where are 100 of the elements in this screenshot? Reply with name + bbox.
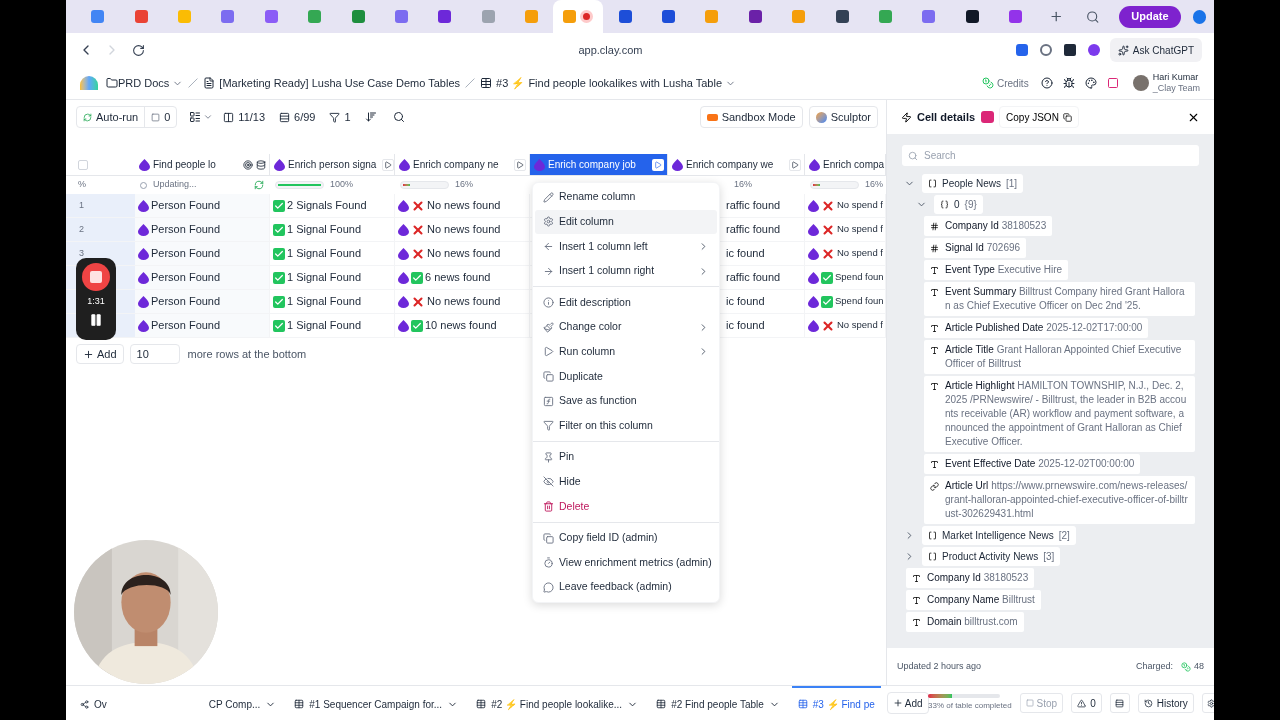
menu-item[interactable]: Hide bbox=[535, 469, 717, 495]
table-cell-text: Person Found bbox=[151, 222, 221, 238]
target-icon[interactable] bbox=[243, 159, 253, 170]
progress-reading: 100% bbox=[330, 178, 354, 192]
menu-item[interactable]: Pin bbox=[535, 444, 717, 470]
coins-icon bbox=[981, 77, 994, 89]
panel-toggle-button[interactable] bbox=[1109, 693, 1130, 713]
gear-icon bbox=[543, 216, 554, 228]
updated-text: Updated 2 hours ago bbox=[897, 659, 982, 673]
field-entry: Domain billtrust.com bbox=[927, 615, 1018, 629]
help-icon[interactable] bbox=[1040, 77, 1053, 89]
filter-icon bbox=[329, 111, 341, 123]
tree-node[interactable]: Market Intelligence News [2] bbox=[922, 526, 1076, 545]
sculptor-button[interactable]: Sculptor bbox=[808, 106, 878, 128]
address-field[interactable]: app.clay.com bbox=[578, 41, 643, 59]
tree-node[interactable]: Product Activity News [3] bbox=[922, 547, 1061, 566]
menu-item[interactable]: Rename column bbox=[535, 185, 717, 210]
text-type-icon bbox=[930, 288, 939, 297]
history-button[interactable]: History bbox=[1137, 693, 1194, 713]
menu-item[interactable]: Edit description bbox=[535, 290, 717, 315]
autorun-button[interactable]: Auto-run bbox=[77, 107, 146, 127]
search-icon[interactable] bbox=[392, 111, 405, 123]
update-button[interactable]: Update bbox=[1119, 5, 1181, 28]
menu-item[interactable]: View enrichment metrics (admin) bbox=[535, 550, 717, 575]
add-tab-button[interactable]: Add bbox=[886, 692, 929, 714]
pause-icon[interactable] bbox=[89, 312, 103, 327]
run-button[interactable] bbox=[514, 158, 526, 171]
add-rows-button[interactable]: Add bbox=[76, 344, 124, 364]
menu-item[interactable]: Save as function bbox=[535, 388, 717, 414]
menu-item[interactable]: Delete bbox=[535, 494, 717, 519]
run-button[interactable] bbox=[652, 158, 664, 171]
bug-icon[interactable] bbox=[1062, 77, 1075, 89]
menu-item[interactable]: Leave feedback (admin) bbox=[535, 574, 717, 600]
chat-icon bbox=[543, 581, 554, 593]
filter-icon bbox=[543, 420, 554, 432]
node-count: [3] bbox=[1043, 550, 1055, 564]
tree-node[interactable]: People News [1] bbox=[922, 174, 1024, 193]
column-title: Enrich company we bbox=[686, 158, 774, 172]
copy-json-button[interactable]: Copy JSON bbox=[999, 106, 1079, 128]
menu-item[interactable]: Insert 1 column left bbox=[535, 234, 717, 259]
column-title: Find people lo bbox=[153, 158, 216, 172]
node-count: [1] bbox=[1005, 177, 1018, 191]
extension-icon[interactable] bbox=[1063, 44, 1076, 56]
row-count-field[interactable]: 10 bbox=[129, 344, 180, 364]
brackets-icon bbox=[928, 531, 937, 540]
breadcrumb-link[interactable]: PRD Docs bbox=[118, 74, 170, 92]
rows-icon bbox=[279, 111, 291, 123]
warnings-button[interactable]: 0 bbox=[1071, 693, 1102, 713]
breadcrumb-link[interactable]: [Marketing Ready] Lusha Use Case Demo Tables bbox=[219, 74, 461, 92]
table-cell: No spend f bbox=[837, 318, 883, 333]
sheet-tab[interactable]: Ov bbox=[74, 686, 113, 720]
logo-icon[interactable] bbox=[80, 76, 98, 90]
rows-button[interactable]: 6/99 bbox=[279, 108, 316, 126]
timer-icon bbox=[543, 557, 554, 569]
column-header[interactable]: Enrich company job bbox=[530, 154, 668, 175]
menu-item[interactable]: Edit column bbox=[535, 209, 717, 235]
sparkle-icon bbox=[1117, 44, 1129, 56]
menu-item[interactable]: Change color bbox=[535, 314, 717, 340]
hash-icon bbox=[930, 222, 939, 231]
stop-record-button[interactable] bbox=[82, 263, 110, 291]
row-number: 3 bbox=[79, 246, 84, 260]
field-entry: Company Id 38180523 bbox=[945, 219, 1047, 233]
palette-icon[interactable] bbox=[1084, 77, 1097, 89]
view-icon[interactable] bbox=[189, 111, 202, 123]
filter-button[interactable]: 1 bbox=[329, 108, 351, 126]
sheet-tab[interactable]: #1 Sequencer Campaign for... bbox=[288, 686, 465, 720]
credits-link[interactable]: Credits bbox=[996, 75, 1029, 91]
search-icon[interactable] bbox=[1085, 9, 1100, 24]
profile-icon[interactable] bbox=[1192, 9, 1207, 24]
database-icon[interactable] bbox=[256, 159, 266, 170]
menu-item[interactable]: Run column bbox=[535, 339, 717, 365]
text-type-icon bbox=[930, 346, 939, 355]
menu-item[interactable]: Insert 1 column right bbox=[535, 258, 717, 284]
sheet-tab[interactable]: #2 ⚡ Find people lookalike... bbox=[470, 686, 645, 720]
sort-icon[interactable] bbox=[364, 111, 377, 123]
ask-chatgpt-button[interactable]: Ask ChatGPT bbox=[1109, 38, 1202, 62]
row-number: 2 bbox=[79, 222, 84, 236]
menu-item[interactable]: Duplicate bbox=[535, 364, 717, 389]
run-button[interactable] bbox=[382, 158, 395, 171]
run-button[interactable] bbox=[789, 158, 801, 171]
breadcrumb-link[interactable]: #3 ⚡ Find people lookalikes with Lusha Table bbox=[496, 74, 723, 92]
panel-title: Cell details bbox=[917, 109, 976, 125]
sheet-tab[interactable]: CP Comp... bbox=[202, 686, 283, 720]
refresh-icon[interactable] bbox=[254, 180, 264, 190]
selection-button[interactable]: 0 bbox=[145, 107, 177, 127]
sheet-tab[interactable]: #3 ⚡ Find pe bbox=[791, 686, 881, 720]
menu-item[interactable]: Copy field ID (admin) bbox=[535, 525, 717, 551]
avatar-icon[interactable] bbox=[1132, 75, 1149, 91]
info-icon bbox=[543, 297, 554, 309]
select-all-checkbox[interactable] bbox=[78, 159, 88, 170]
sandbox-mode-button[interactable]: Sandbox Mode bbox=[699, 106, 803, 128]
new-tab-icon[interactable] bbox=[1049, 9, 1064, 24]
copy-icon bbox=[543, 370, 554, 382]
reload-icon[interactable] bbox=[132, 43, 145, 57]
sheet-tab[interactable]: #2 Find people Table bbox=[650, 686, 786, 720]
columns-button[interactable]: 11/13 bbox=[223, 108, 266, 126]
node-count: [2] bbox=[1058, 529, 1070, 543]
table-cell-text: Person Found bbox=[151, 270, 221, 286]
tree-node[interactable]: 0 {9} bbox=[934, 195, 983, 214]
menu-item[interactable]: Filter on this column bbox=[535, 413, 717, 438]
